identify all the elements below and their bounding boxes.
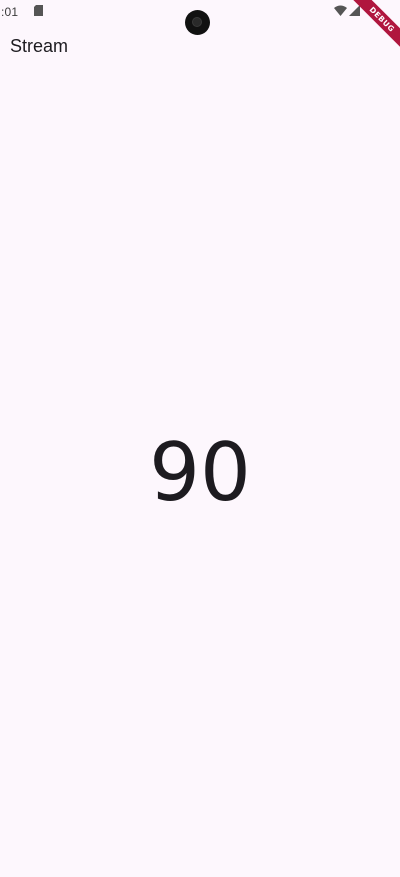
app-bar: Stream xyxy=(0,24,400,68)
sd-card-icon xyxy=(34,5,43,16)
signal-icon xyxy=(349,5,360,16)
status-time: :01 xyxy=(1,5,19,19)
app-screen: :01 DEBUG Stream 90 xyxy=(0,0,400,877)
wifi-icon xyxy=(334,5,347,16)
status-bar: :01 xyxy=(0,0,400,35)
main-content: 90 xyxy=(0,68,400,877)
stream-value: 90 xyxy=(149,426,251,519)
page-title: Stream xyxy=(10,36,69,56)
